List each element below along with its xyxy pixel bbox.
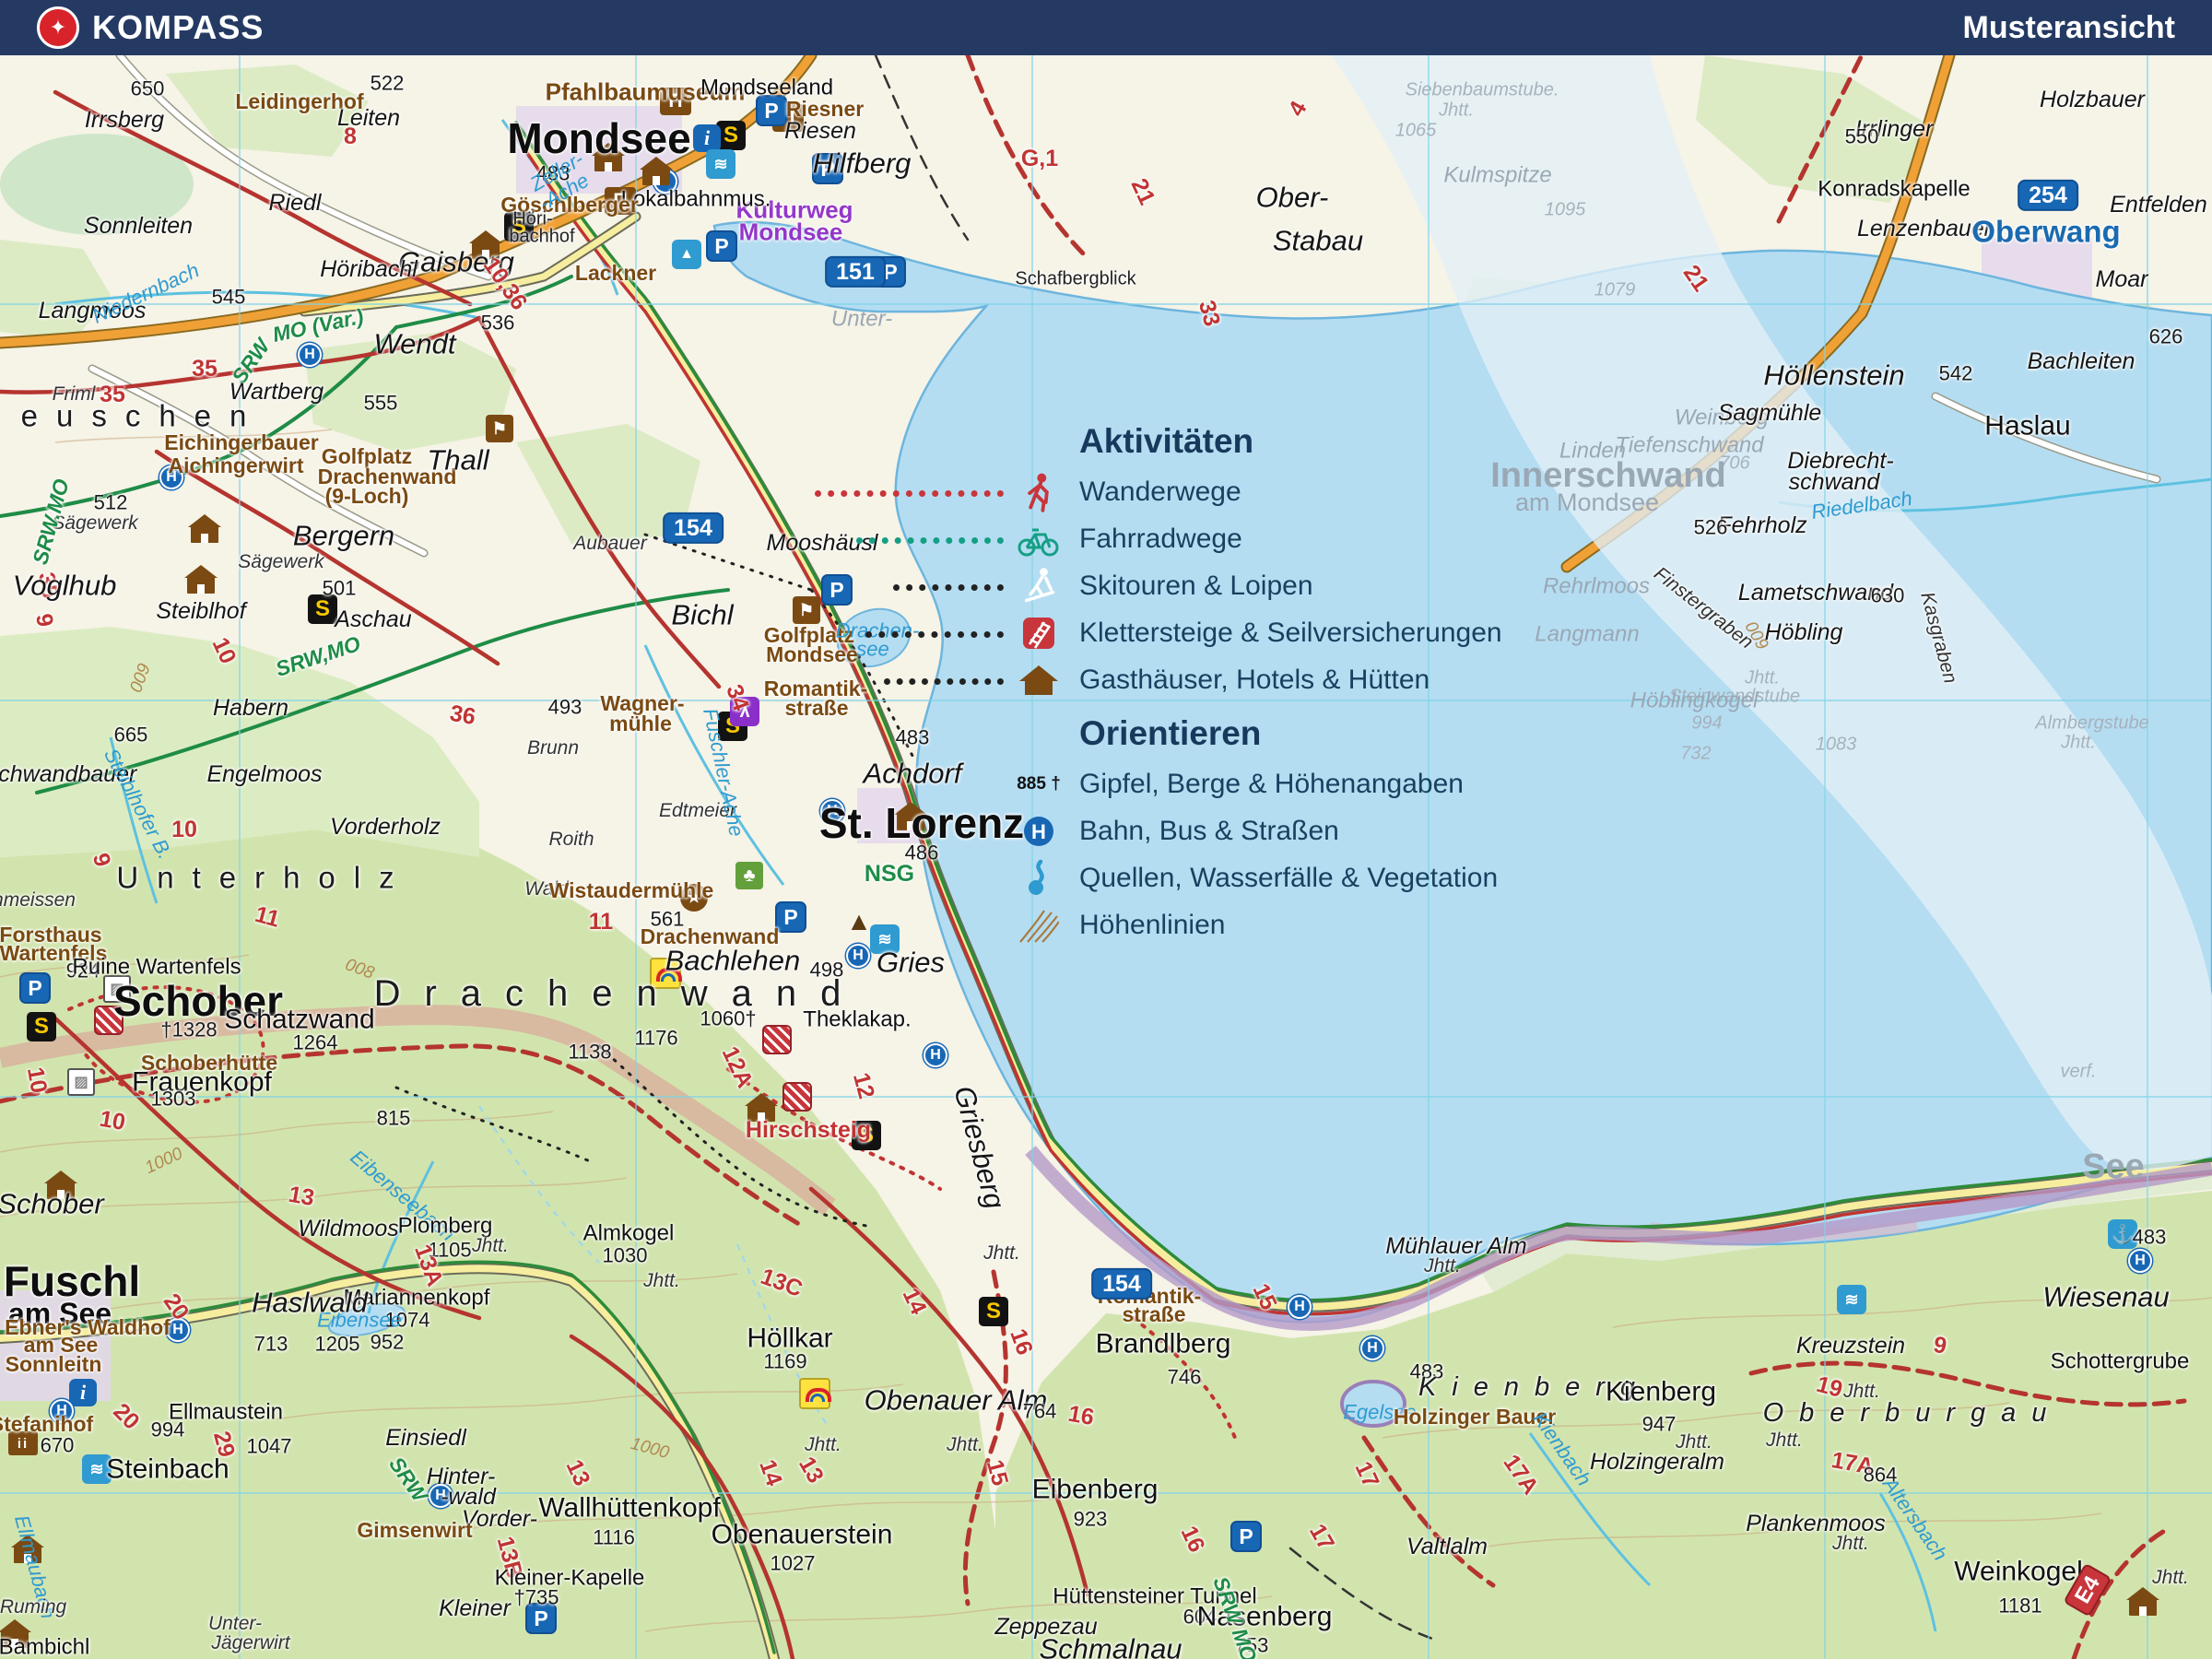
kompass-logo: ✦ KOMPASS bbox=[37, 6, 264, 49]
legend-leader-line bbox=[893, 584, 1004, 591]
legend-item-hiker: Wanderwege bbox=[815, 468, 1502, 515]
bike-legend-icon bbox=[1017, 517, 1061, 561]
skier-legend-icon bbox=[1017, 564, 1061, 608]
legend-activities: Aktivitäten Wanderwege Fahrradwege Skitour… bbox=[815, 422, 1502, 703]
legend-item-label: Wanderwege bbox=[1079, 476, 1241, 507]
peak-legend-icon: 885 † bbox=[1017, 774, 1061, 794]
legend-orientation: Orientieren 885 † Gipfel, Berge & Höhenan… bbox=[1009, 714, 1498, 948]
legend-activities-title: Aktivitäten bbox=[1079, 422, 1254, 460]
legend-leader-line bbox=[856, 537, 1004, 544]
contours-legend-icon bbox=[1017, 903, 1061, 947]
legend-item-bike: Fahrradwege bbox=[856, 515, 1502, 562]
legend-orientation-title: Orientieren bbox=[1079, 714, 1262, 752]
spring-legend-icon bbox=[1017, 856, 1061, 900]
legend-item-label: Gasthäuser, Hotels & Hütten bbox=[1079, 664, 1430, 695]
legend-item-label: Gipfel, Berge & Höhenangaben bbox=[1079, 768, 1464, 799]
legend-item-peak: 885 † Gipfel, Berge & Höhenangaben bbox=[1009, 760, 1498, 807]
brand-name: KOMPASS bbox=[92, 8, 265, 46]
legend-item-label: Quellen, Wasserfälle & Vegetation bbox=[1079, 862, 1499, 893]
legend-item-contours: Höhenlinien bbox=[1009, 901, 1498, 948]
ladder-legend-icon bbox=[1017, 611, 1061, 655]
legend-item-label: Bahn, Bus & Straßen bbox=[1079, 815, 1339, 846]
legend-item-label: Fahrradwege bbox=[1079, 523, 1242, 554]
legend-leader-line bbox=[815, 490, 1004, 497]
house-legend-icon bbox=[1017, 658, 1061, 702]
compass-icon: ✦ bbox=[37, 6, 79, 49]
legend-item-ladder: Klettersteige & Seilversicherungen bbox=[865, 609, 1502, 656]
hiker-legend-icon bbox=[1017, 470, 1061, 514]
app-header: ✦ KOMPASS Musteransicht bbox=[0, 0, 2212, 55]
bus-legend-icon: H bbox=[1017, 809, 1061, 853]
legend-leader-line bbox=[865, 631, 1004, 638]
legend-item-bus: H Bahn, Bus & Straßen bbox=[1009, 807, 1498, 854]
svg-text:H: H bbox=[1031, 820, 1046, 843]
legend-item-label: Skitouren & Loipen bbox=[1079, 570, 1313, 601]
legend-item-label: Klettersteige & Seilversicherungen bbox=[1079, 617, 1502, 648]
legend-item-house: Gasthäuser, Hotels & Hütten bbox=[884, 656, 1502, 703]
map-viewer: { "header": { "brand": "KOMPASS", "title… bbox=[0, 0, 2212, 1659]
page-title: Musteransicht bbox=[1962, 9, 2176, 45]
legend-item-spring: Quellen, Wasserfälle & Vegetation bbox=[1009, 854, 1498, 901]
legend-item-skier: Skitouren & Loipen bbox=[893, 562, 1502, 609]
legend-item-label: Höhenlinien bbox=[1079, 909, 1226, 940]
legend-leader-line bbox=[884, 678, 1004, 685]
